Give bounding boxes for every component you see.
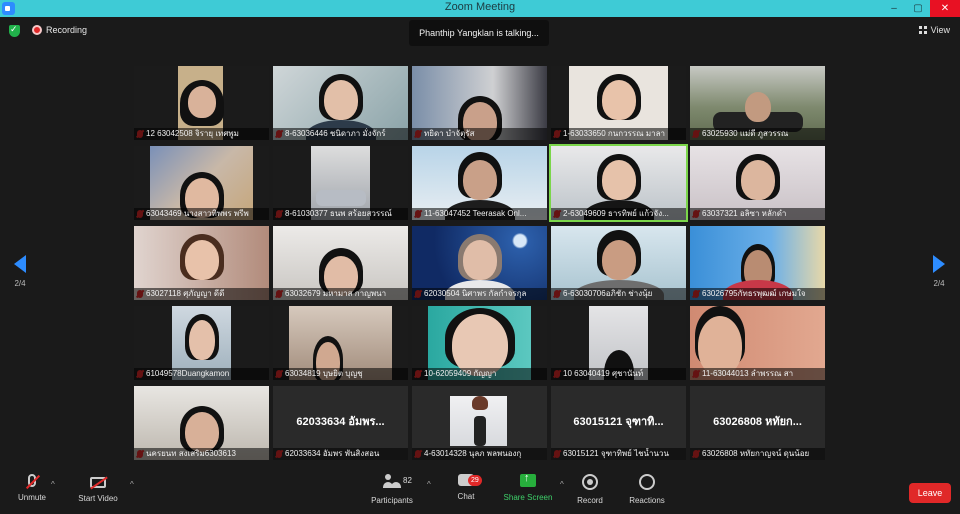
video-tile-no-video[interactable]: 63026808 หทัยก... 63026808 หทัยกาญจน์ ดุ… xyxy=(690,386,825,460)
participant-name: 63032679 มหามาส กาญพนา xyxy=(273,288,408,300)
video-tile[interactable]: 63034819 บุษยิต บุญชุ xyxy=(273,306,408,380)
participant-name: 63025930 แม่ดี ภูสวรรณ xyxy=(690,128,825,140)
participants-count: 82 xyxy=(403,476,412,485)
window-controls: – ▢ ✕ xyxy=(882,0,960,17)
video-tile[interactable]: 63025930 แม่ดี ภูสวรรณ xyxy=(690,66,825,140)
previous-page-button[interactable]: 2/4 xyxy=(10,255,30,288)
talking-banner: Phanthip Yangklan is talking... xyxy=(409,20,549,46)
unmute-label: Unmute xyxy=(17,493,46,502)
video-tile[interactable]: 8-63036446 ชนิดาภา มั่งจักร์ xyxy=(273,66,408,140)
participant-name: 63043469 นางสาวทิพพร พรีพ xyxy=(134,208,269,220)
participants-icon xyxy=(383,474,401,490)
audio-options-caret-icon[interactable]: ^ xyxy=(51,480,55,489)
view-button[interactable]: View xyxy=(918,25,950,35)
video-tile[interactable]: 4-63014328 นุลภ พลพนองกุ xyxy=(412,386,547,460)
video-tile[interactable]: 8-61030377 ธนพ สร้อยสวรรณ์ xyxy=(273,146,408,220)
reactions-button[interactable]: Reactions xyxy=(612,474,682,505)
encryption-shield-icon[interactable] xyxy=(9,24,20,37)
unmute-button[interactable]: Unmute xyxy=(0,474,67,502)
participant-name: 62030504 นิศาพร กัลกำจรกุล xyxy=(412,288,547,300)
participant-name: 63026808 หทัยกาญจน์ ดุนน้อย xyxy=(690,448,825,460)
start-video-button[interactable]: Start Video xyxy=(63,474,133,503)
video-tile[interactable]: 10-62059409 กัญญา xyxy=(412,306,547,380)
participant-name: 12 63042508 จิรายุ เทศพูม xyxy=(134,128,269,140)
video-off-icon xyxy=(90,477,106,488)
meeting-toolbar: Unmute ^ Start Video ^ Participants 82 ^… xyxy=(0,466,960,514)
participant-name: 1-63033650 กนกวรรณ มาลา xyxy=(551,128,686,140)
video-tile[interactable]: 11-63044013 ลำพรรณ สา xyxy=(690,306,825,380)
record-icon xyxy=(582,474,598,490)
video-tile[interactable]: 63026795กัทธรพุฒฒ์ เกษมใจ xyxy=(690,226,825,300)
start-video-label: Start Video xyxy=(78,494,118,503)
muted-microphone-icon xyxy=(28,474,36,487)
video-tile[interactable]: ทยิดา บำจัตุรัส xyxy=(412,66,547,140)
participant-name: 63034819 บุษยิต บุญชุ xyxy=(273,368,408,380)
participants-button[interactable]: Participants xyxy=(357,474,427,505)
video-tile[interactable]: 63037321 อลิซา หลักดำ xyxy=(690,146,825,220)
video-tile[interactable]: 11-63047452 Teerasak Onl... xyxy=(412,146,547,220)
participant-display-name: 62033634 อัมพร... xyxy=(296,416,385,428)
reactions-label: Reactions xyxy=(629,496,665,505)
participants-label: Participants xyxy=(371,496,413,505)
participant-name: 2-63049609 ธารทิพย์ แก้วจัง... xyxy=(551,208,686,220)
share-screen-button[interactable]: Share Screen xyxy=(493,472,563,502)
participant-name: 62033634 อัมพร พันสิงสอน xyxy=(273,448,408,460)
participant-name: 6-63030706อภิชัก ช่างนุ้ย xyxy=(551,288,686,300)
participant-name: 63015121 จุฑาทิพย์ ไชน้ำนวน xyxy=(551,448,686,460)
recording-dot-icon xyxy=(32,25,42,35)
video-tile[interactable]: 1-63033650 กนกวรรณ มาลา xyxy=(551,66,686,140)
video-tile[interactable]: 12 63042508 จิรายุ เทศพูม xyxy=(134,66,269,140)
participant-name: 10-62059409 กัญญา xyxy=(412,368,547,380)
share-screen-label: Share Screen xyxy=(503,493,553,502)
participant-name: 63027118 ศุภัญญา ดีดี xyxy=(134,288,269,300)
maximize-button[interactable]: ▢ xyxy=(906,0,930,17)
view-label: View xyxy=(930,25,950,35)
participant-name: ทยิดา บำจัตุรัส xyxy=(412,128,547,140)
record-label: Record xyxy=(577,496,603,505)
participant-name: 11-63044013 ลำพรรณ สา xyxy=(690,368,825,380)
participant-name: 10 63040419 ศุชานันท์ xyxy=(551,368,686,380)
video-tile[interactable]: 63043469 นางสาวทิพพร พรีพ xyxy=(134,146,269,220)
participant-name: 4-63014328 นุลภ พลพนองกุ xyxy=(412,448,547,460)
participant-display-name: 63026808 หทัยก... xyxy=(713,416,802,428)
video-grid: 12 63042508 จิรายุ เทศพูม 8-63036446 ชนิ… xyxy=(134,66,828,462)
participant-name: 8-61030377 ธนพ สร้อยสวรรณ์ xyxy=(273,208,408,220)
close-button[interactable]: ✕ xyxy=(930,0,960,17)
title-bar: Zoom Meeting – ▢ ✕ xyxy=(0,0,960,17)
chat-button[interactable]: Chat xyxy=(431,474,501,501)
video-tile[interactable]: นครยนท สงเสริม6303613 xyxy=(134,386,269,460)
video-tile-no-video[interactable]: 63015121 จุฑาทิ... 63015121 จุฑาทิพย์ ไช… xyxy=(551,386,686,460)
chat-label: Chat xyxy=(457,492,475,501)
page-indicator-left: 2/4 xyxy=(14,279,26,288)
video-tile[interactable]: 63032679 มหามาส กาญพนา xyxy=(273,226,408,300)
video-options-caret-icon[interactable]: ^ xyxy=(130,480,134,489)
grid-view-icon xyxy=(918,26,927,34)
next-page-button[interactable]: 2/4 xyxy=(929,255,949,288)
video-tile[interactable]: 63027118 ศุภัญญา ดีดี xyxy=(134,226,269,300)
recording-label: Recording xyxy=(46,25,88,35)
minimize-button[interactable]: – xyxy=(882,0,906,17)
leave-button[interactable]: Leave xyxy=(909,483,951,503)
page-indicator-right: 2/4 xyxy=(933,279,945,288)
participant-name: 63026795กัทธรพุฒฒ์ เกษมใจ xyxy=(690,288,825,300)
video-tile[interactable]: 61049578Duangkamon xyxy=(134,306,269,380)
share-screen-icon xyxy=(520,472,536,487)
chat-unread-badge: 29 xyxy=(468,475,482,486)
arrow-left-icon xyxy=(14,255,26,273)
video-tile-active-speaker[interactable]: 2-63049609 ธารทิพย์ แก้วจัง... xyxy=(549,144,688,222)
video-tile[interactable]: 10 63040419 ศุชานันท์ xyxy=(551,306,686,380)
window-title: Zoom Meeting xyxy=(444,1,516,13)
participant-display-name: 63015121 จุฑาทิ... xyxy=(573,416,664,428)
participant-name: นครยนท สงเสริม6303613 xyxy=(134,448,269,460)
participant-name: 8-63036446 ชนิดาภา มั่งจักร์ xyxy=(273,128,408,140)
video-tile-no-video[interactable]: 62033634 อัมพร... 62033634 อัมพร พันสิงส… xyxy=(273,386,408,460)
participant-name: 11-63047452 Teerasak Onl... xyxy=(412,208,547,220)
arrow-right-icon xyxy=(933,255,945,273)
video-tile[interactable]: 62030504 นิศาพร กัลกำจรกุล xyxy=(412,226,547,300)
participant-name: 61049578Duangkamon xyxy=(134,368,269,380)
reactions-smiley-icon xyxy=(639,474,655,490)
video-tile[interactable]: 6-63030706อภิชัก ช่างนุ้ย xyxy=(551,226,686,300)
participant-name: 63037321 อลิซา หลักดำ xyxy=(690,208,825,220)
